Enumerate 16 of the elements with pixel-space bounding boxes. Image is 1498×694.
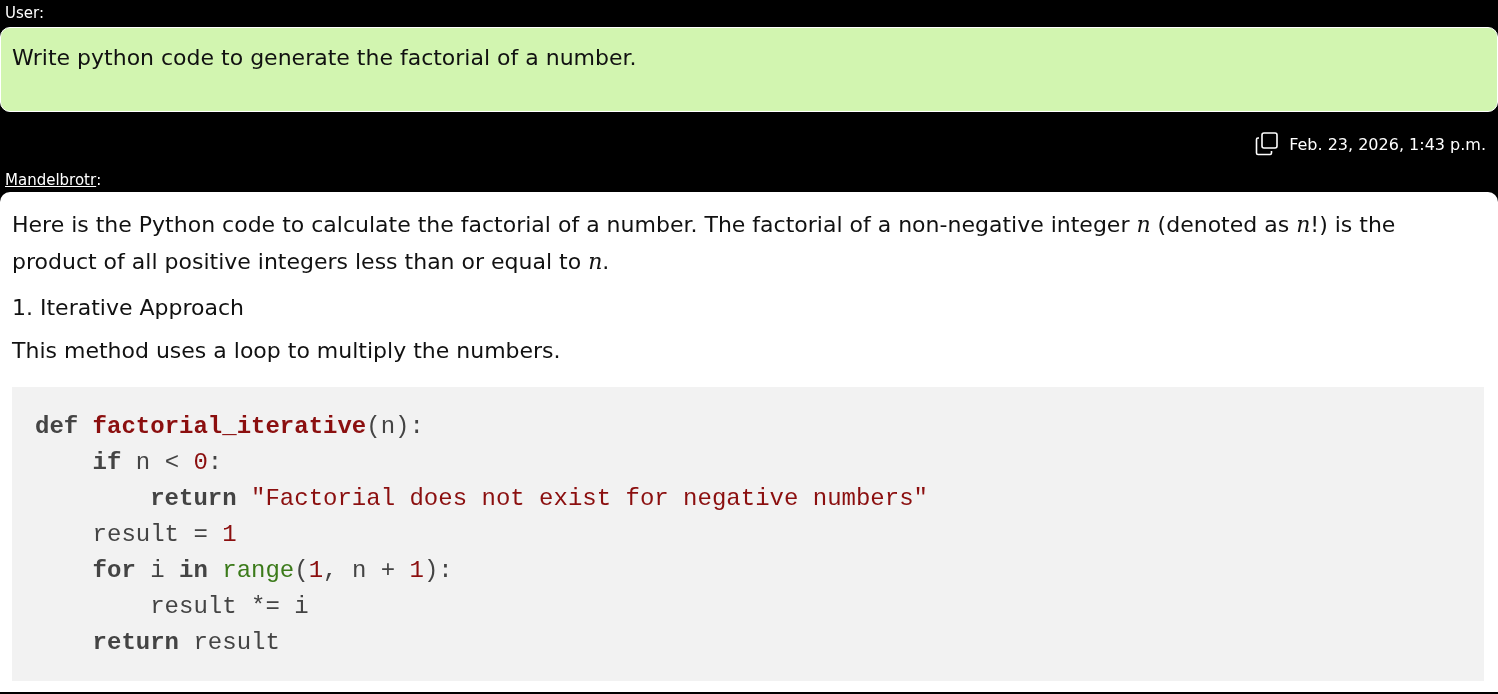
copy-icon[interactable] — [1255, 132, 1280, 156]
code-line: return result — [92, 628, 281, 658]
timestamp: Feb. 23, 2026, 1:43 p.m. — [1289, 134, 1486, 154]
code-line: if n < 0: — [92, 448, 224, 478]
author-link[interactable]: Mandelbrotr — [5, 171, 97, 189]
author-label: User: — [4, 3, 45, 24]
section-heading: 1. Iterative Approach — [12, 294, 245, 322]
code-line: result = 1 — [92, 520, 238, 550]
message-paragraph: Here is the Python code to calculate the factorial of a number. The factorial of a non-negative integer n (denoted as n!) is the product of all positive integers less than or equal to n. — [12, 211, 1397, 276]
code-line: for i in range(1, n + 1): — [92, 556, 454, 586]
author-colon: : — [96, 171, 102, 189]
code-line: def factorial_iterative(n): — [35, 412, 425, 442]
message-paragraph: This method uses a loop to multiply the numbers. — [12, 337, 562, 365]
code-line: result *= i — [150, 592, 310, 622]
code-line: return "Factorial does not exist for negative numbers" — [150, 484, 929, 514]
user-message: Write python code to generate the factorial of a number. — [0, 27, 1498, 112]
